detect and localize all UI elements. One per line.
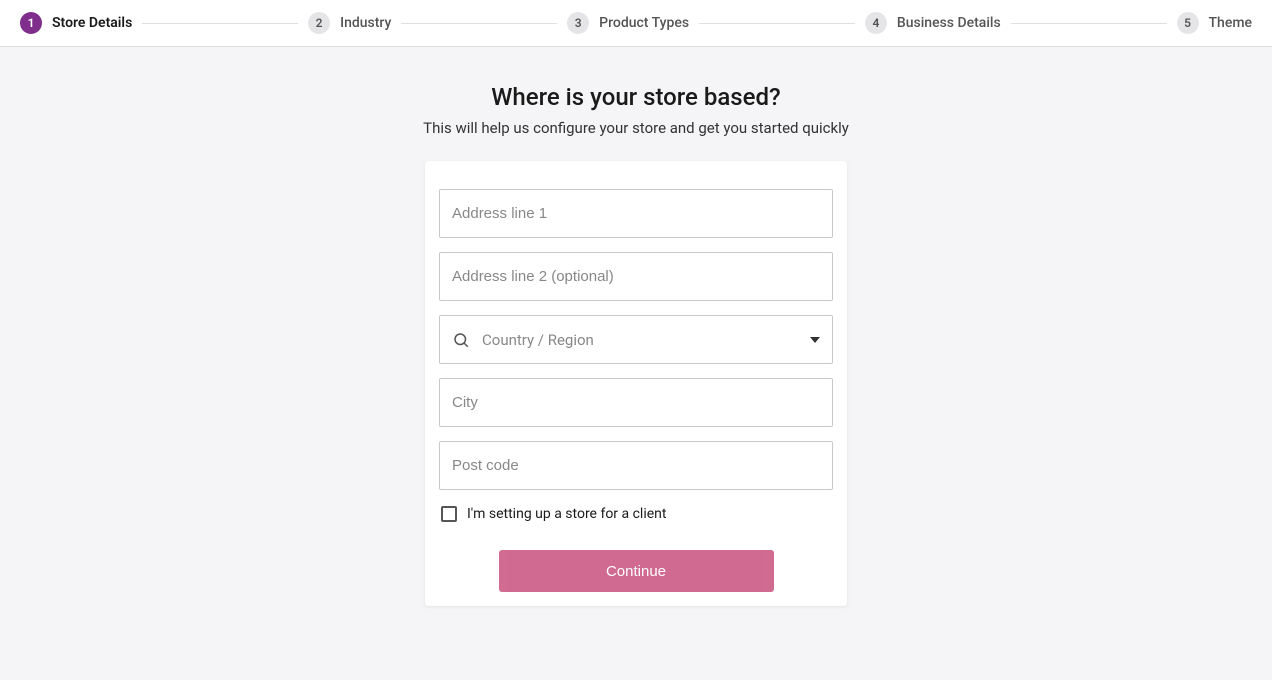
step-number-3: 3 bbox=[567, 12, 589, 34]
chevron-down-icon bbox=[810, 337, 820, 343]
step-label-business-details: Business Details bbox=[897, 15, 1001, 31]
step-product-types[interactable]: 3 Product Types bbox=[567, 12, 689, 34]
step-connector bbox=[1011, 23, 1167, 24]
step-business-details[interactable]: 4 Business Details bbox=[865, 12, 1001, 34]
step-number-2: 2 bbox=[308, 12, 330, 34]
step-store-details[interactable]: 1 Store Details bbox=[20, 12, 132, 34]
country-region-select[interactable]: Country / Region bbox=[439, 315, 833, 364]
step-theme[interactable]: 5 Theme bbox=[1177, 12, 1253, 34]
search-icon bbox=[452, 331, 470, 349]
step-connector bbox=[401, 23, 557, 24]
step-label-product-types: Product Types bbox=[599, 15, 689, 31]
form-card: Country / Region I'm setting up a store … bbox=[425, 161, 847, 606]
step-label-theme: Theme bbox=[1209, 15, 1253, 31]
step-number-4: 4 bbox=[865, 12, 887, 34]
postcode-input[interactable] bbox=[439, 441, 833, 490]
stepper: 1 Store Details 2 Industry 3 Product Typ… bbox=[0, 0, 1272, 47]
step-number-1: 1 bbox=[20, 12, 42, 34]
step-label-industry: Industry bbox=[340, 15, 391, 31]
client-checkbox-label: I'm setting up a store for a client bbox=[467, 506, 666, 522]
continue-button[interactable]: Continue bbox=[499, 550, 774, 592]
address-line-1-input[interactable] bbox=[439, 189, 833, 238]
country-region-placeholder: Country / Region bbox=[482, 331, 798, 349]
step-label-store-details: Store Details bbox=[52, 15, 132, 31]
city-input[interactable] bbox=[439, 378, 833, 427]
step-connector bbox=[142, 23, 298, 24]
page-title: Where is your store based? bbox=[491, 83, 780, 111]
main-content: Where is your store based? This will hel… bbox=[0, 47, 1272, 606]
step-industry[interactable]: 2 Industry bbox=[308, 12, 391, 34]
client-checkbox[interactable] bbox=[441, 506, 457, 522]
step-connector bbox=[699, 23, 855, 24]
client-checkbox-row[interactable]: I'm setting up a store for a client bbox=[439, 506, 833, 522]
page-subtitle: This will help us configure your store a… bbox=[423, 119, 849, 137]
address-line-2-input[interactable] bbox=[439, 252, 833, 301]
step-number-5: 5 bbox=[1177, 12, 1199, 34]
